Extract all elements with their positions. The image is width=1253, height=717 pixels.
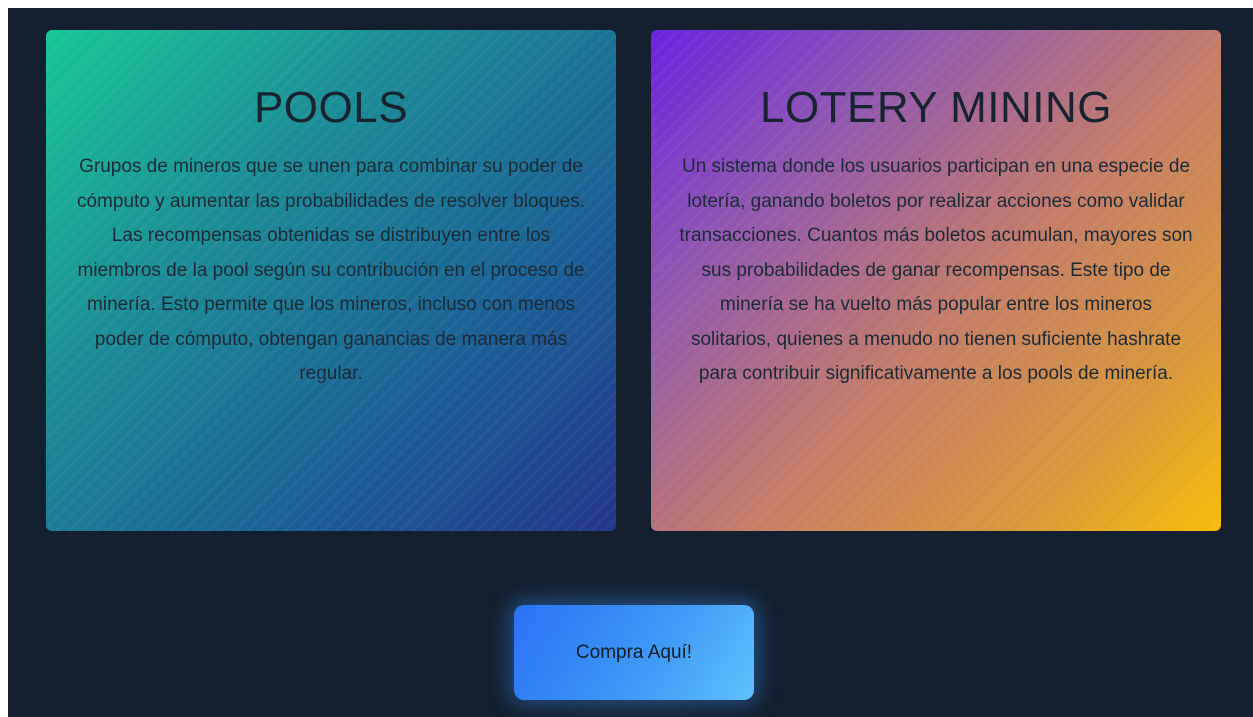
lottery-mining-card-title: LOTERY MINING	[759, 83, 1113, 132]
page-background: POOLS Grupos de mineros que se unen para…	[8, 8, 1253, 717]
lottery-mining-card: LOTERY MINING Un sistema donde los usuar…	[651, 30, 1221, 531]
pools-card-description: Grupos de mineros que se unen para combi…	[76, 156, 586, 384]
pools-card: POOLS Grupos de mineros que se unen para…	[46, 30, 616, 531]
pools-card-title: POOLS	[253, 83, 409, 132]
lottery-mining-card-description: Un sistema donde los usuarios participan…	[679, 156, 1193, 384]
buy-here-button[interactable]: Compra Aquí!	[514, 605, 754, 700]
